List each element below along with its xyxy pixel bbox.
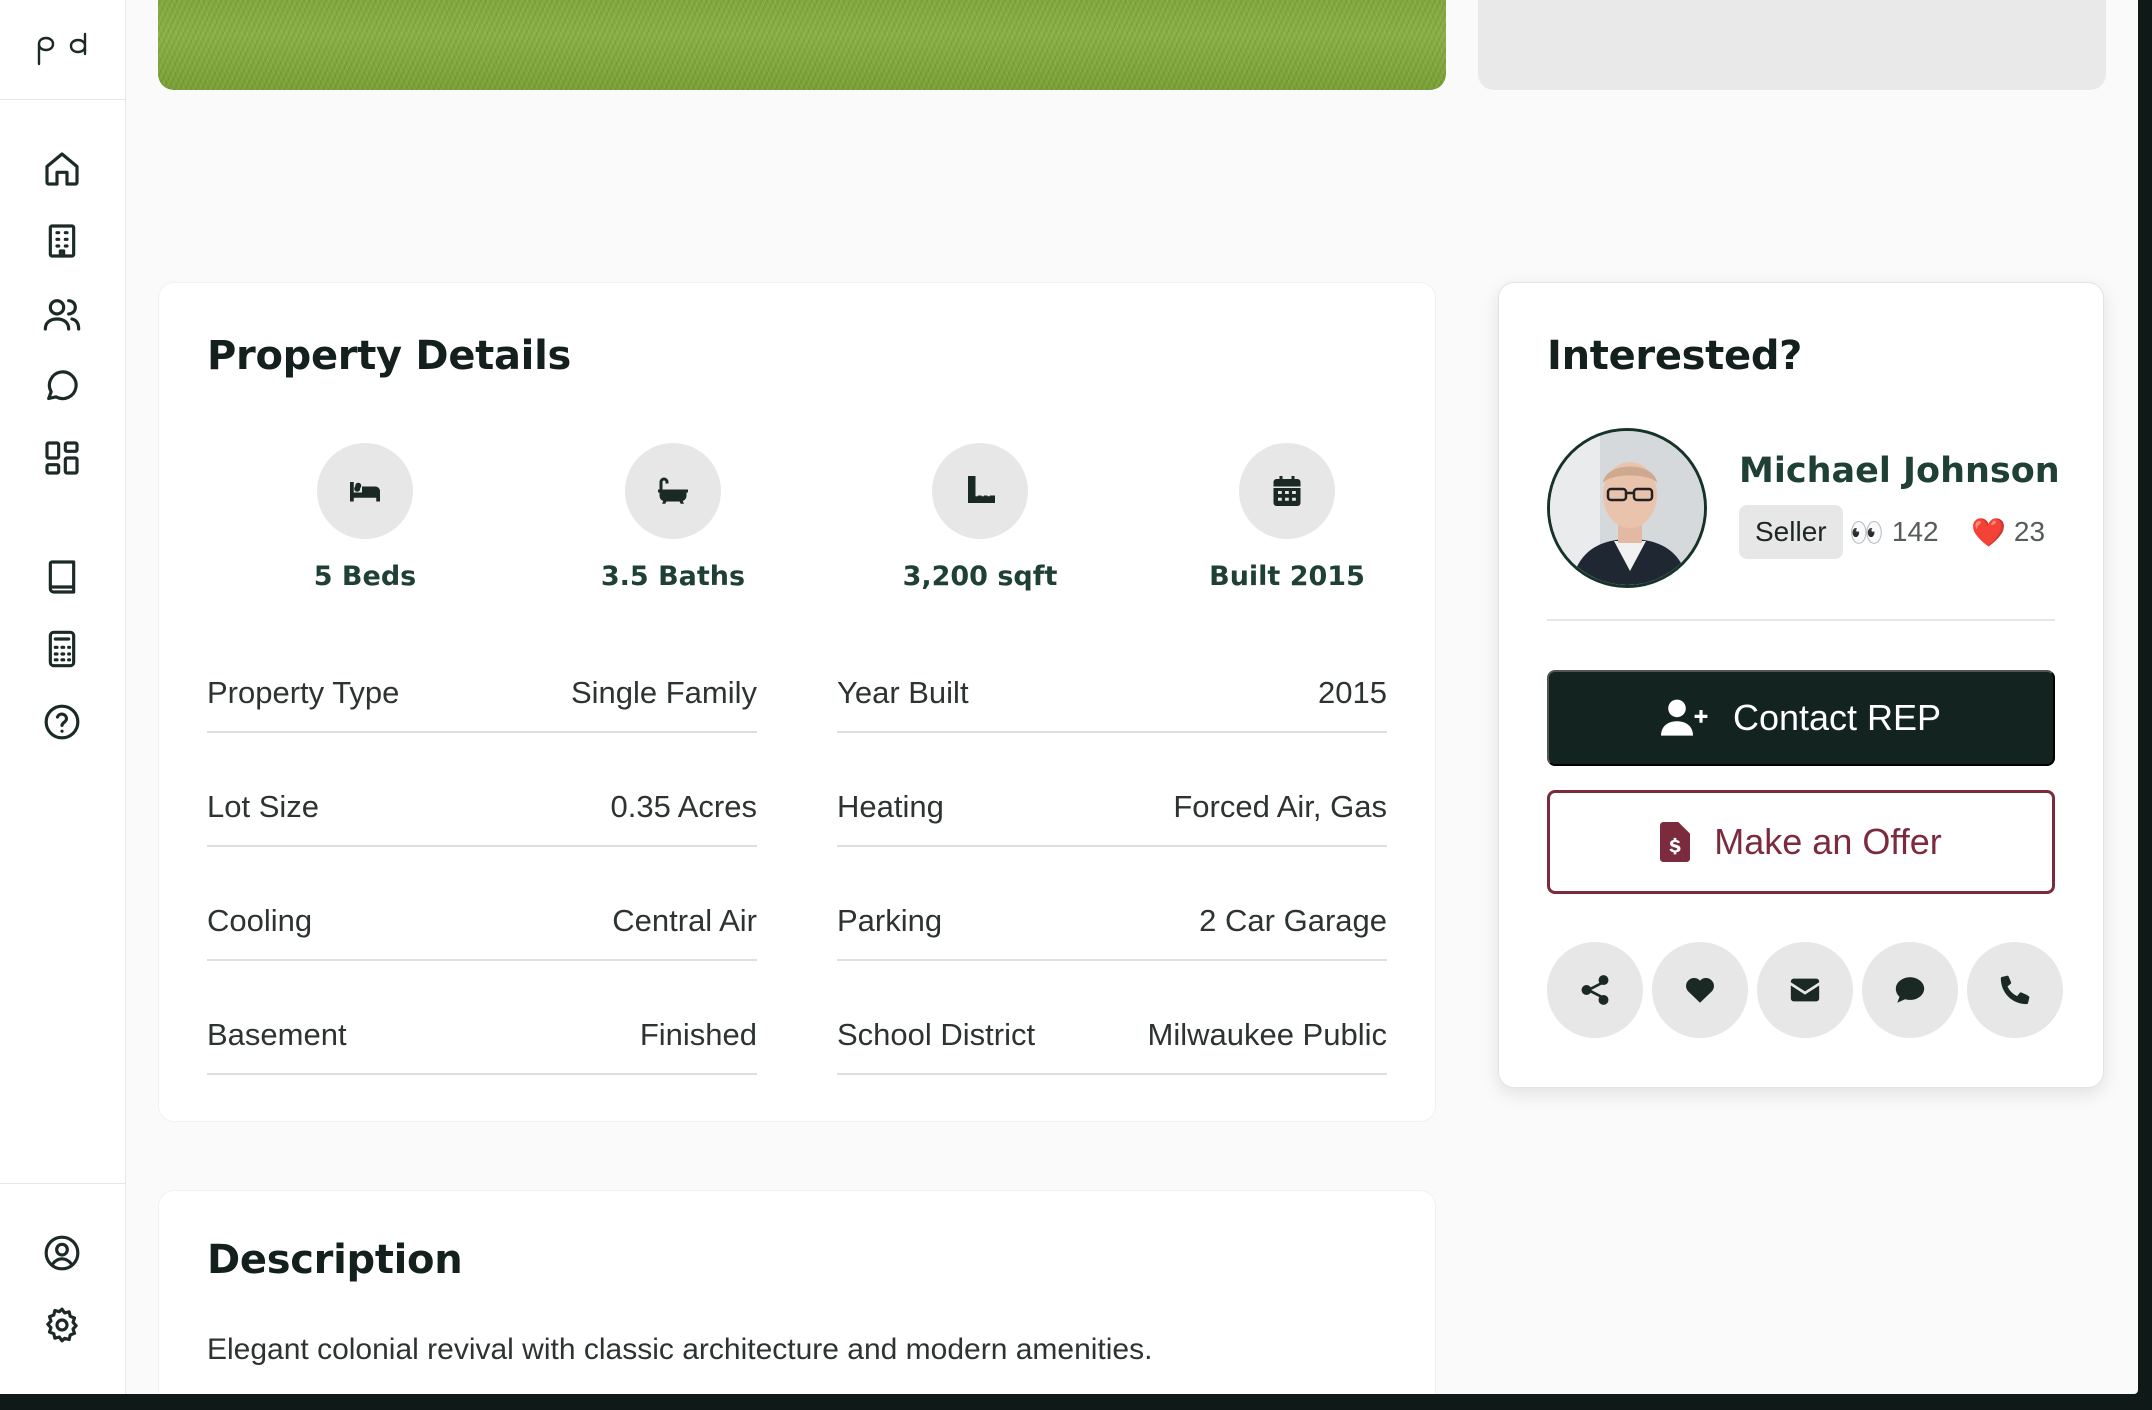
bath-icon [625,443,721,539]
help-icon[interactable] [40,700,84,744]
ruler-icon [932,443,1028,539]
share-icon[interactable] [1547,942,1643,1038]
stat-label: 3.5 Baths [600,561,746,592]
detail-value: 2015 [1318,675,1387,710]
app-viewport: Property Details 5 Beds 3.5 Baths 3,200 … [0,0,2138,1394]
sidebar [0,0,126,1394]
detail-key: Basement [207,1017,347,1052]
detail-value: Milwaukee Public [1147,1017,1388,1052]
eyes-icon: 👀 [1849,516,1884,548]
comment-icon[interactable] [1862,942,1958,1038]
likes-value: 23 [2013,516,2046,547]
stat-beds: 5 Beds [235,443,495,592]
description-title: Description [207,1237,463,1283]
detail-row: Cooling Central Air [207,881,757,961]
detail-row: Heating Forced Air, Gas [837,767,1387,847]
detail-row: Property Type Single Family [207,653,757,733]
role-badge: Seller [1739,505,1843,559]
detail-value: Finished [639,1017,757,1052]
building-icon[interactable] [40,219,84,263]
property-details-title: Property Details [207,333,572,379]
make-offer-button[interactable]: Make an Offer [1547,790,2055,894]
views-count: 👀 142 [1849,505,1939,559]
detail-row: School District Milwaukee Public [837,995,1387,1075]
profile-icon[interactable] [40,1231,84,1275]
stat-area: 3,200 sqft [850,443,1110,592]
settings-icon[interactable] [40,1303,84,1347]
property-photo[interactable] [158,0,1446,90]
stat-label: Built 2015 [1209,561,1365,592]
views-value: 142 [1891,516,1939,547]
envelope-icon[interactable] [1757,942,1853,1038]
detail-key: Year Built [837,675,969,710]
detail-row: Parking 2 Car Garage [837,881,1387,961]
heart-icon[interactable] [1652,942,1748,1038]
detail-key: Cooling [207,903,313,938]
stat-year: Built 2015 [1157,443,1417,592]
contact-rep-label: Contact REP [1732,697,1942,738]
detail-row: Year Built 2015 [837,653,1387,733]
chat-icon[interactable] [40,364,84,408]
photo-placeholder [1478,0,2106,90]
dashboard-icon[interactable] [40,436,84,480]
calendar-icon [1239,443,1335,539]
agent-name[interactable]: Michael Johnson [1739,451,2060,491]
detail-row: Lot Size 0.35 Acres [207,767,757,847]
avatar[interactable] [1547,428,1707,588]
logo[interactable] [0,0,126,100]
book-icon[interactable] [40,555,84,599]
description-text: Elegant colonial revival with classic ar… [207,1333,1153,1366]
make-offer-label: Make an Offer [1714,821,1942,862]
contact-title: Interested? [1547,333,1803,379]
stat-label: 3,200 sqft [902,561,1058,592]
likes-count: ❤️ 23 [1971,505,2045,559]
agent-photo [1550,431,1704,585]
heart-emoji-icon: ❤️ [1971,516,2006,548]
detail-key: Heating [837,789,944,824]
calculator-icon[interactable] [40,627,84,671]
detail-key: Lot Size [207,789,320,824]
detail-key: Property Type [207,675,400,710]
users-icon[interactable] [40,292,84,336]
contact-card: Interested? Michael Johnson Seller 👀 142 [1498,282,2104,1088]
sidebar-divider [0,1183,126,1184]
description-card: Description Elegant colonial revival wit… [158,1190,1436,1394]
detail-value: 0.35 Acres [610,789,757,824]
detail-key: School District [837,1017,1036,1052]
detail-value: Forced Air, Gas [1173,789,1387,824]
bed-icon [317,443,413,539]
stat-label: 5 Beds [313,561,417,592]
detail-value: Central Air [612,903,757,938]
invoice-dollar-icon [1660,822,1691,862]
detail-value: 2 Car Garage [1199,903,1387,938]
phone-icon[interactable] [1967,942,2063,1038]
property-details-card: Property Details 5 Beds 3.5 Baths 3,200 … [158,282,1436,1122]
divider [1547,619,2055,621]
user-plus-icon [1660,699,1708,736]
home-icon[interactable] [40,147,84,191]
pd-logo-icon [37,32,87,65]
stat-baths: 3.5 Baths [543,443,803,592]
detail-row: Basement Finished [207,995,757,1075]
detail-value: Single Family [570,675,757,710]
detail-key: Parking [837,903,943,938]
contact-rep-button[interactable]: Contact REP [1547,670,2055,766]
